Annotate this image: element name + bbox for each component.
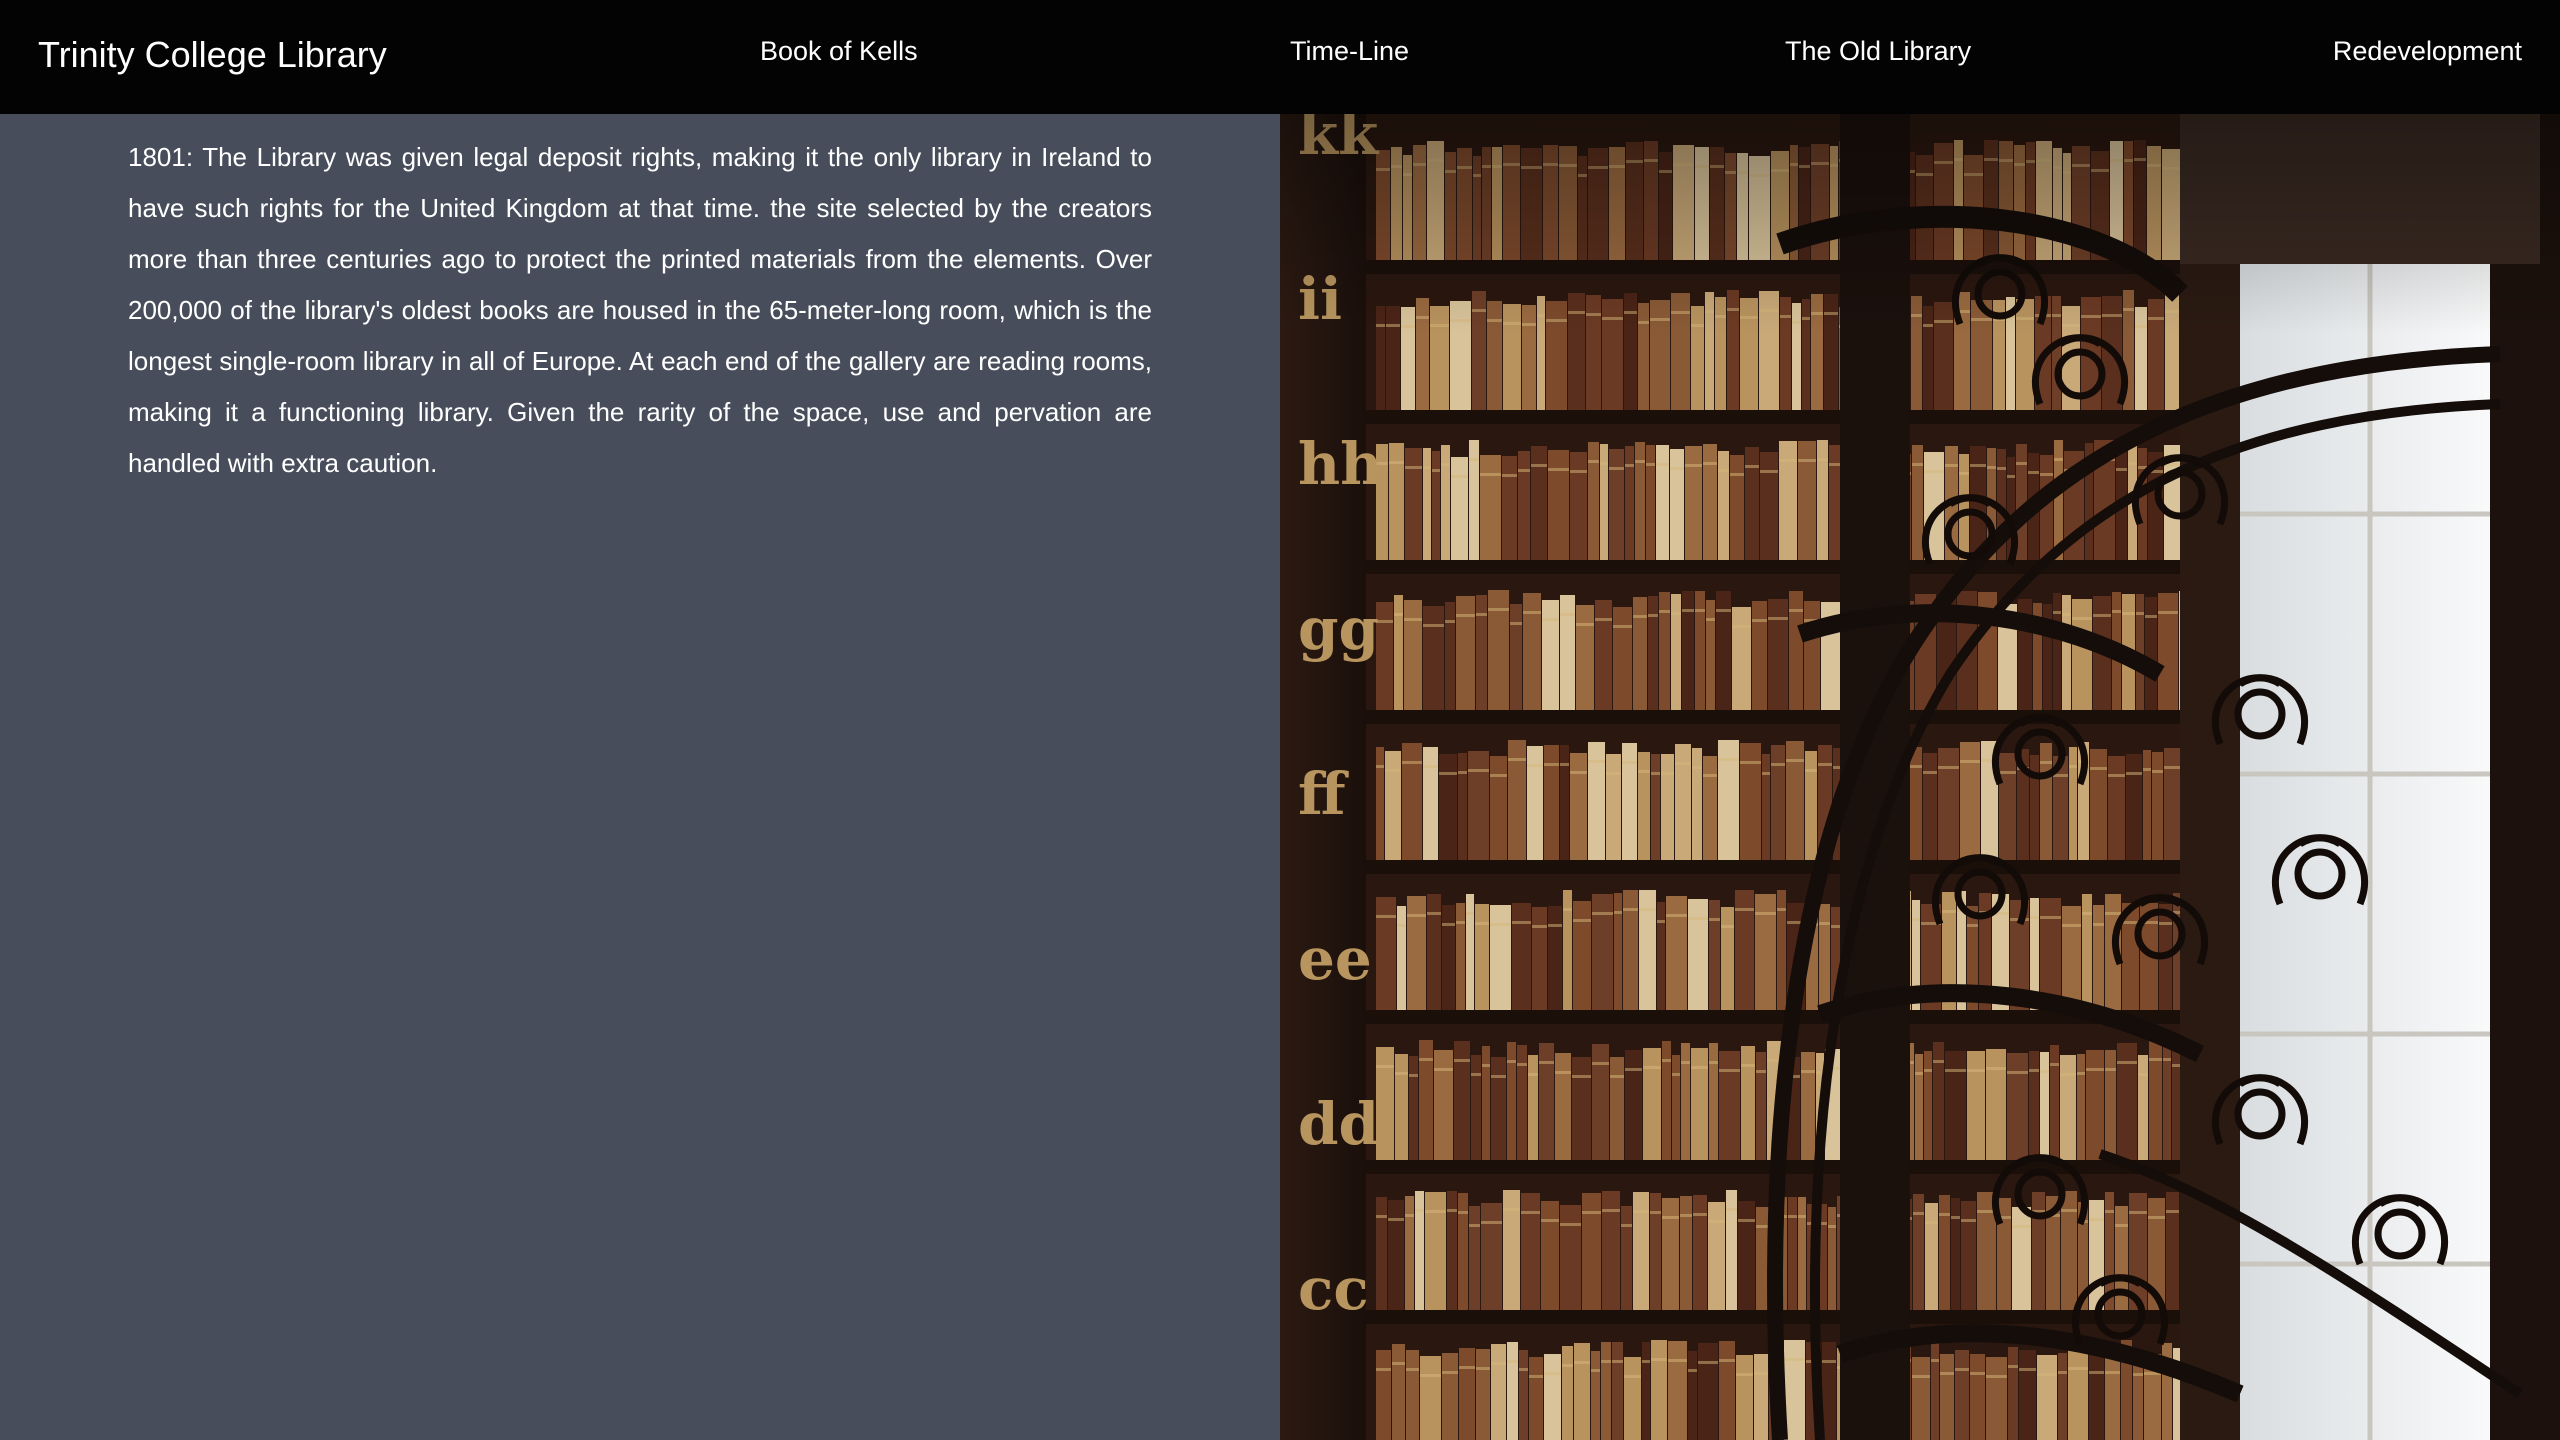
nav-link-time-line[interactable]: Time-Line — [1290, 33, 1409, 69]
shelf-letter: dd — [1298, 1090, 1379, 1158]
library-photo: kkiihhggffeeddcc — [1280, 114, 2560, 1440]
nav-link-book-of-kells[interactable]: Book of Kells — [760, 33, 918, 69]
nav-link-redevelopment[interactable]: Redevelopment — [2333, 33, 2522, 69]
content-panel: 1801: The Library was given legal deposi… — [0, 114, 1280, 1440]
shelf-letter: cc — [1298, 1255, 1369, 1323]
shelf-letter: ee — [1298, 925, 1372, 993]
shelf-letter: ff — [1298, 760, 1349, 828]
nav-link-the-old-library[interactable]: The Old Library — [1785, 33, 1971, 69]
history-paragraph: 1801: The Library was given legal deposi… — [128, 142, 1152, 478]
shelf-letter: gg — [1298, 595, 1379, 663]
site-title[interactable]: Trinity College Library — [38, 32, 387, 78]
top-navigation-bar: Trinity College Library Book of Kells Ti… — [0, 0, 2560, 114]
library-photo-illustration: kkiihhggffeeddcc — [1280, 114, 2560, 1440]
shelf-letter: hh — [1298, 430, 1382, 498]
